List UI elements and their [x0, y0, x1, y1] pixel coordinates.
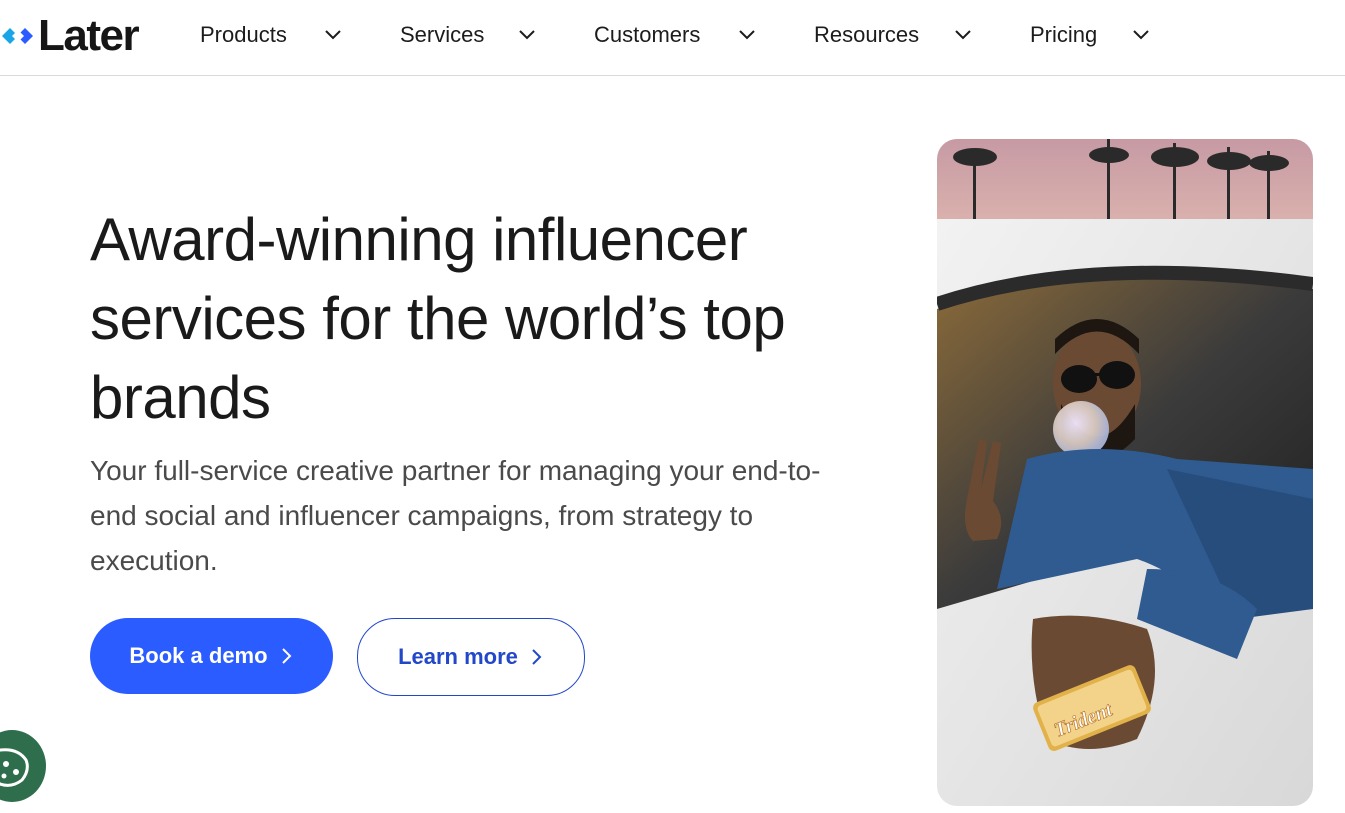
hero-subtitle: Your full-service creative partner for m…	[90, 455, 821, 576]
later-logo[interactable]: Later	[2, 11, 140, 60]
hero-image: Trident	[937, 139, 1313, 806]
learn-more-button[interactable]: Learn more	[357, 618, 585, 696]
nav-item-label: Pricing	[1030, 22, 1098, 47]
learn-more-label: Learn more	[398, 644, 518, 669]
nav-item-label: Resources	[814, 22, 920, 47]
chevron-right-icon	[281, 648, 291, 664]
nav-item-label: Customers	[594, 22, 701, 47]
chevron-down-icon[interactable]	[737, 27, 757, 43]
nav-item-resources[interactable]: Resources	[814, 18, 919, 52]
nav-item-products[interactable]: Products	[200, 18, 287, 52]
nav-item-customers[interactable]: Customers	[594, 18, 700, 52]
nav-item-label: Products	[200, 22, 287, 47]
chevron-right-icon	[532, 649, 542, 665]
hero-title: Award-winning influencer services for th…	[90, 206, 786, 431]
chevron-down-icon[interactable]	[323, 27, 343, 43]
hero-photo-illustration: Trident	[937, 139, 1313, 806]
later-diamond-logo-icon	[2, 28, 33, 44]
nav-item-label: Services	[400, 22, 485, 47]
book-demo-label: Book a demo	[129, 643, 268, 668]
chevron-down-icon[interactable]	[953, 27, 973, 43]
nav-item-pricing[interactable]: Pricing	[1030, 18, 1097, 52]
brand-name: Later	[38, 11, 140, 60]
chevron-down-icon[interactable]	[517, 27, 537, 43]
cookie-settings-button[interactable]	[0, 730, 46, 802]
chevron-down-icon[interactable]	[1131, 27, 1151, 43]
cookie-icon	[0, 748, 29, 787]
book-demo-button[interactable]: Book a demo	[90, 618, 333, 694]
nav-item-services[interactable]: Services	[400, 18, 484, 52]
top-navigation-bar: Later Products Services Customers Resour…	[0, 0, 1345, 76]
